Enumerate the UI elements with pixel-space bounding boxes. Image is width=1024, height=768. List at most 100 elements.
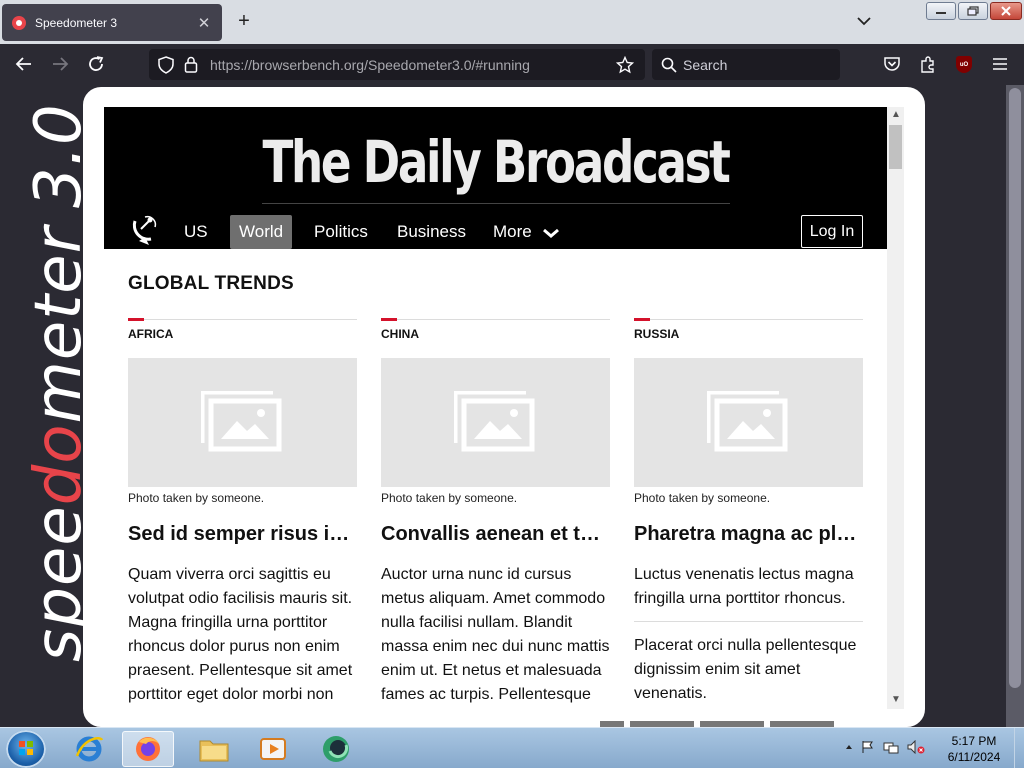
nav-item-politics[interactable]: Politics — [305, 215, 377, 249]
close-window-icon — [1001, 6, 1011, 16]
column-label[interactable]: RUSSIA — [634, 327, 679, 341]
show-desktop-button[interactable] — [1014, 728, 1024, 768]
benchmark-frame: The Daily Broadcast US World Politics Bu… — [83, 87, 925, 727]
article-body: Auctor urna nunc id cursus metus aliquam… — [381, 566, 610, 703]
browser-viewport: speedometer3.0 The Daily Broadcast US Wo… — [0, 85, 1024, 756]
scroll-down-arrow-icon[interactable]: ▼ — [891, 694, 901, 705]
restore-button[interactable] — [958, 2, 988, 20]
back-button[interactable] — [14, 54, 34, 74]
close-tab-icon[interactable]: ✕ — [196, 14, 212, 32]
site-masthead: The Daily Broadcast US World Politics Bu… — [104, 107, 887, 249]
hamburger-menu-icon — [993, 58, 1007, 70]
column-label[interactable]: AFRICA — [128, 327, 173, 341]
folder-icon — [199, 740, 229, 762]
logo-text-pre: spee — [22, 505, 90, 662]
browser-toolbar: https://browserbench.org/Speedometer3.0/… — [0, 44, 1024, 85]
taskbar-media-player[interactable] — [247, 731, 299, 767]
page-scrollbar[interactable] — [1006, 85, 1024, 727]
article-body-secondary: Placerat orci nulla pellentesque digniss… — [634, 637, 857, 702]
nav-item-world[interactable]: World — [230, 215, 293, 249]
image-placeholder-icon — [707, 391, 788, 452]
site-scrollbar[interactable]: ▲ ▼ — [887, 107, 904, 709]
article-headline[interactable]: Convallis aenean et tortor at — [381, 523, 610, 546]
taskbar-app-green[interactable] — [310, 731, 362, 767]
volume-muted-icon[interactable] — [907, 740, 925, 754]
minimize-icon — [936, 12, 946, 14]
pocket-button[interactable] — [882, 54, 902, 74]
svg-text:speedometer3.0: speedometer 3.0 — [22, 103, 90, 662]
logo-version: 3.0 — [22, 103, 90, 208]
column-label[interactable]: CHINA — [381, 327, 419, 341]
system-tray — [845, 740, 925, 754]
minimize-button[interactable] — [926, 2, 956, 20]
column-accent-mark — [381, 318, 397, 321]
site-scrollbar-thumb[interactable] — [889, 125, 902, 169]
chevron-down-icon — [542, 228, 559, 238]
nav-item-more[interactable]: More — [484, 215, 569, 249]
action-center-flag-icon[interactable] — [861, 740, 875, 754]
article-headline[interactable]: Pharetra magna ac placerat vestibulum — [634, 523, 863, 546]
brand-divider — [262, 203, 730, 204]
taskbar-firefox[interactable] — [122, 731, 174, 767]
article-image-placeholder[interactable] — [128, 358, 357, 487]
scroll-up-arrow-icon[interactable]: ▲ — [891, 109, 901, 120]
url-domain: https://browserbench.org — [210, 57, 365, 73]
speedometer-logo: speedometer 3.0 — [22, 103, 90, 662]
column-accent-mark — [128, 318, 144, 321]
address-bar[interactable]: https://browserbench.org/Speedometer3.0/… — [149, 49, 645, 80]
internet-explorer-icon — [75, 736, 104, 762]
windows-taskbar: 5:17 PM 6/11/2024 — [0, 727, 1024, 768]
window-controls — [926, 2, 1022, 20]
image-placeholder-icon — [201, 391, 282, 452]
column-accent-mark — [634, 318, 650, 321]
back-arrow-icon — [15, 57, 31, 71]
article-body: Quam viverra orci sagittis eu volutpat o… — [128, 566, 353, 703]
clock-date: 6/11/2024 — [947, 750, 1001, 764]
ublock-origin-icon[interactable]: uO — [956, 56, 972, 73]
reload-button[interactable] — [86, 54, 106, 74]
column-divider — [128, 319, 357, 320]
satellite-dish-icon[interactable] — [131, 215, 157, 247]
show-hidden-icons-icon[interactable] — [845, 743, 853, 751]
tracking-protection-shield-icon[interactable] — [158, 56, 174, 74]
app-menu-button[interactable] — [990, 54, 1010, 74]
tab-list-chevron-icon[interactable] — [855, 12, 873, 30]
new-tab-button[interactable]: + — [234, 10, 254, 32]
taskbar-file-explorer[interactable] — [188, 731, 240, 767]
taskbar-internet-explorer[interactable] — [63, 731, 115, 767]
clock-time: 5:17 PM — [951, 734, 997, 748]
bookmark-star-icon[interactable] — [616, 56, 634, 74]
article-headline[interactable]: Sed id semper risus in hendrerit — [128, 523, 357, 546]
section-title: GLOBAL TRENDS — [128, 273, 294, 294]
start-button[interactable] — [6, 730, 46, 768]
nav-item-business[interactable]: Business — [388, 215, 475, 249]
article-column-africa: AFRICA Photo taken by someone. Sed id se… — [128, 318, 357, 709]
image-caption: Photo taken by someone. — [128, 491, 265, 505]
article-image-placeholder[interactable] — [634, 358, 863, 487]
site-brand-title[interactable]: The Daily Broadcast — [190, 129, 801, 195]
article-image-placeholder[interactable] — [381, 358, 610, 487]
article-item-divider — [634, 621, 863, 622]
media-player-icon — [260, 738, 286, 760]
search-bar[interactable]: Search — [652, 49, 840, 80]
nav-item-us[interactable]: US — [175, 215, 217, 249]
article-column-china: CHINA Photo taken by someone. Convallis … — [381, 318, 610, 709]
page-scrollbar-thumb[interactable] — [1009, 88, 1021, 688]
network-icon[interactable] — [883, 740, 899, 754]
column-divider — [634, 319, 863, 320]
browser-tab[interactable]: Speedometer 3 ✕ — [2, 4, 222, 41]
taskbar-clock[interactable]: 5:17 PM 6/11/2024 — [938, 733, 1010, 765]
logo-text-accent-2: o — [22, 424, 90, 464]
login-button[interactable]: Log In — [801, 215, 863, 248]
extensions-button[interactable] — [918, 54, 938, 74]
tab-title: Speedometer 3 — [35, 15, 118, 30]
lock-icon[interactable] — [184, 56, 198, 73]
image-caption: Photo taken by someone. — [381, 491, 518, 505]
windows-logo-icon — [19, 741, 33, 755]
close-window-button[interactable] — [990, 2, 1022, 20]
speedometer-favicon-icon — [12, 15, 26, 30]
image-caption: Photo taken by someone. — [634, 491, 771, 505]
forward-button[interactable] — [50, 54, 70, 74]
article-body: Luctus venenatis lectus magna fringilla … — [634, 566, 854, 607]
nav-item-more-label: More — [493, 222, 532, 241]
